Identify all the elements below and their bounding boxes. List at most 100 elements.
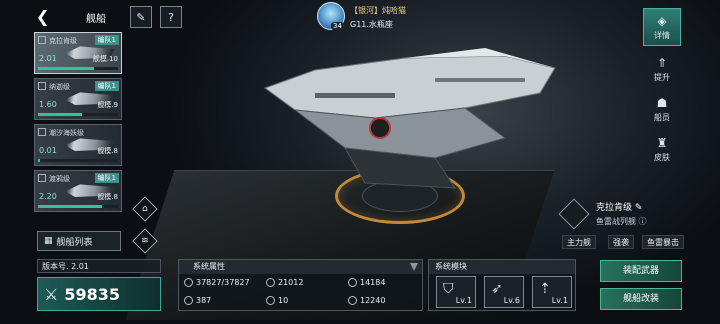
system-modules-title: 系统模块	[435, 262, 467, 271]
fleet-badge: 编队1	[94, 35, 119, 45]
ship-card[interactable]: 潮汐海妖级 0.01 舰模.8	[34, 124, 122, 166]
rename-button[interactable]: ✎	[130, 6, 152, 28]
attribute-hp: 37827/37827	[184, 278, 250, 287]
missile-module-icon: ➶	[491, 281, 503, 297]
compare-icon: ≋	[141, 235, 149, 246]
back-button[interactable]: ❮	[36, 8, 52, 26]
tab-skin[interactable]: ♜ 皮肤	[643, 130, 681, 168]
skin-icon: ♜	[656, 135, 668, 150]
version-label: 版本号. 2.01	[37, 259, 161, 273]
ship-model[interactable]	[255, 48, 575, 198]
tab-label: 详情	[654, 30, 670, 40]
speed-icon	[184, 296, 193, 305]
ship-type: 鱼雷战列舰 ⓘ	[596, 216, 647, 227]
edit-icon[interactable]: ✎	[635, 203, 643, 213]
ship-card[interactable]: 纳迦级 编队1 1.60 舰模.9	[34, 78, 122, 120]
attribute-value: 10	[278, 296, 289, 305]
commander-name: 【银河】炖哈猫	[350, 6, 406, 15]
combat-power-value: 59835	[64, 284, 121, 304]
ship-list-button-label: 舰船列表	[56, 237, 93, 248]
commander-level: 34	[331, 22, 344, 30]
system-attributes-title: 系统属性	[193, 262, 225, 271]
ship-card-level: 2.01	[39, 54, 57, 63]
ship-card-scale: 舰模.9	[97, 101, 118, 109]
equip-weapons-button[interactable]: 装配武器	[600, 260, 682, 282]
ship-type-text: 鱼雷战列舰	[596, 217, 636, 226]
grid-icon: ▦	[44, 236, 53, 246]
chevron-left-icon: ❮	[36, 7, 50, 26]
tab-details[interactable]: ◈ 详情	[643, 8, 681, 46]
ship-name: 克拉肯级 ✎	[596, 200, 642, 213]
ship-progress-bar	[38, 113, 118, 116]
ship-card-name: 克拉肯级	[49, 37, 77, 45]
ship-tag: 主力舰	[562, 235, 596, 249]
upgrade-icon: ⇑	[656, 55, 668, 70]
attribute-value: 12240	[360, 296, 386, 305]
ship-class-icon	[38, 174, 46, 182]
module-slot[interactable]: ⇡ Lv.1	[532, 276, 572, 308]
ship-name-text: 克拉肯级	[596, 203, 633, 213]
ship-progress-bar	[38, 205, 118, 208]
formation-icon: ⌂	[142, 204, 148, 214]
ship-progress-bar	[38, 159, 118, 162]
module-slot[interactable]: ⛉ Lv.1	[436, 276, 476, 308]
crossed-swords-icon: ⚔	[44, 284, 59, 304]
ship-card-name: 潮汐海妖级	[49, 129, 84, 137]
attribute-value: 14184	[360, 278, 386, 287]
ship-card-name: 纳迦级	[49, 83, 70, 91]
ship-list: 克拉肯级 编队1 2.01 舰模.10 纳迦级 编队1 1.60 舰模.9 潮汐…	[34, 32, 122, 216]
shield-hp-icon	[184, 278, 193, 287]
commander-location: G11.水瓶座	[350, 20, 393, 29]
attribute-cargo: 10	[266, 296, 288, 305]
details-icon: ◈	[657, 13, 667, 28]
tab-upgrade[interactable]: ⇑ 提升	[643, 50, 681, 88]
crew-icon: ☗	[656, 95, 668, 110]
module-slot[interactable]: ➶ Lv.6	[484, 276, 524, 308]
combat-power: ⚔ 59835	[37, 277, 161, 311]
ship-list-button[interactable]: ▦ 舰船列表	[37, 231, 121, 251]
tab-crew[interactable]: ☗ 船员	[643, 90, 681, 128]
system-modules-header: 系统模块	[429, 260, 575, 274]
ship-card-level: 0.01	[39, 146, 57, 155]
thruster-module-icon: ⇡	[539, 281, 551, 297]
ship-refit-button[interactable]: 舰船改装	[600, 288, 682, 310]
module-level: Lv.1	[455, 296, 472, 305]
module-level: Lv.6	[503, 296, 520, 305]
system-attributes-header[interactable]: 系统属性	[179, 260, 422, 274]
help-button[interactable]: ?	[160, 6, 182, 28]
ship-card-level: 1.60	[39, 100, 57, 109]
ship-card-scale: 舰模.8	[97, 193, 118, 201]
cargo-icon	[266, 296, 275, 305]
module-level: Lv.1	[551, 296, 568, 305]
ship-card-scale: 舰模.10	[92, 55, 118, 63]
armor-icon	[266, 278, 275, 287]
ship-card[interactable]: 克拉肯级 编队1 2.01 舰模.10	[34, 32, 122, 74]
ship-card-scale: 舰模.8	[97, 147, 118, 155]
ship-class-icon	[38, 128, 46, 136]
chevron-down-icon	[410, 263, 418, 271]
ship-card-name: 渡鸦级	[49, 175, 70, 183]
attribute-armor: 21012	[266, 278, 303, 287]
info-icon[interactable]: ⓘ	[639, 217, 647, 226]
ship-tag: 鱼雷暴击	[642, 235, 684, 249]
tab-label: 提升	[654, 72, 670, 82]
fleet-badge: 编队1	[94, 81, 119, 91]
tab-label: 皮肤	[654, 152, 670, 162]
ship-class-icon	[38, 82, 46, 90]
attribute-energy: 14184	[348, 278, 385, 287]
fleet-badge: 编队1	[94, 173, 119, 183]
attribute-value: 21012	[278, 278, 304, 287]
ship-progress-bar	[38, 67, 118, 70]
ship-tag: 强袭	[608, 235, 634, 249]
shield-module-icon: ⛉	[443, 281, 454, 297]
tab-label: 船员	[654, 112, 670, 122]
ship-card[interactable]: 渡鸦级 编队1 2.20 舰模.8	[34, 170, 122, 212]
target-icon	[348, 296, 357, 305]
ship-card-level: 2.20	[39, 192, 57, 201]
ship-class-icon	[38, 36, 46, 44]
screen-title: 舰船	[86, 14, 106, 25]
feather-icon: ✎	[136, 10, 146, 24]
attribute-value: 387	[196, 296, 212, 305]
attribute-target: 12240	[348, 296, 385, 305]
energy-icon	[348, 278, 357, 287]
